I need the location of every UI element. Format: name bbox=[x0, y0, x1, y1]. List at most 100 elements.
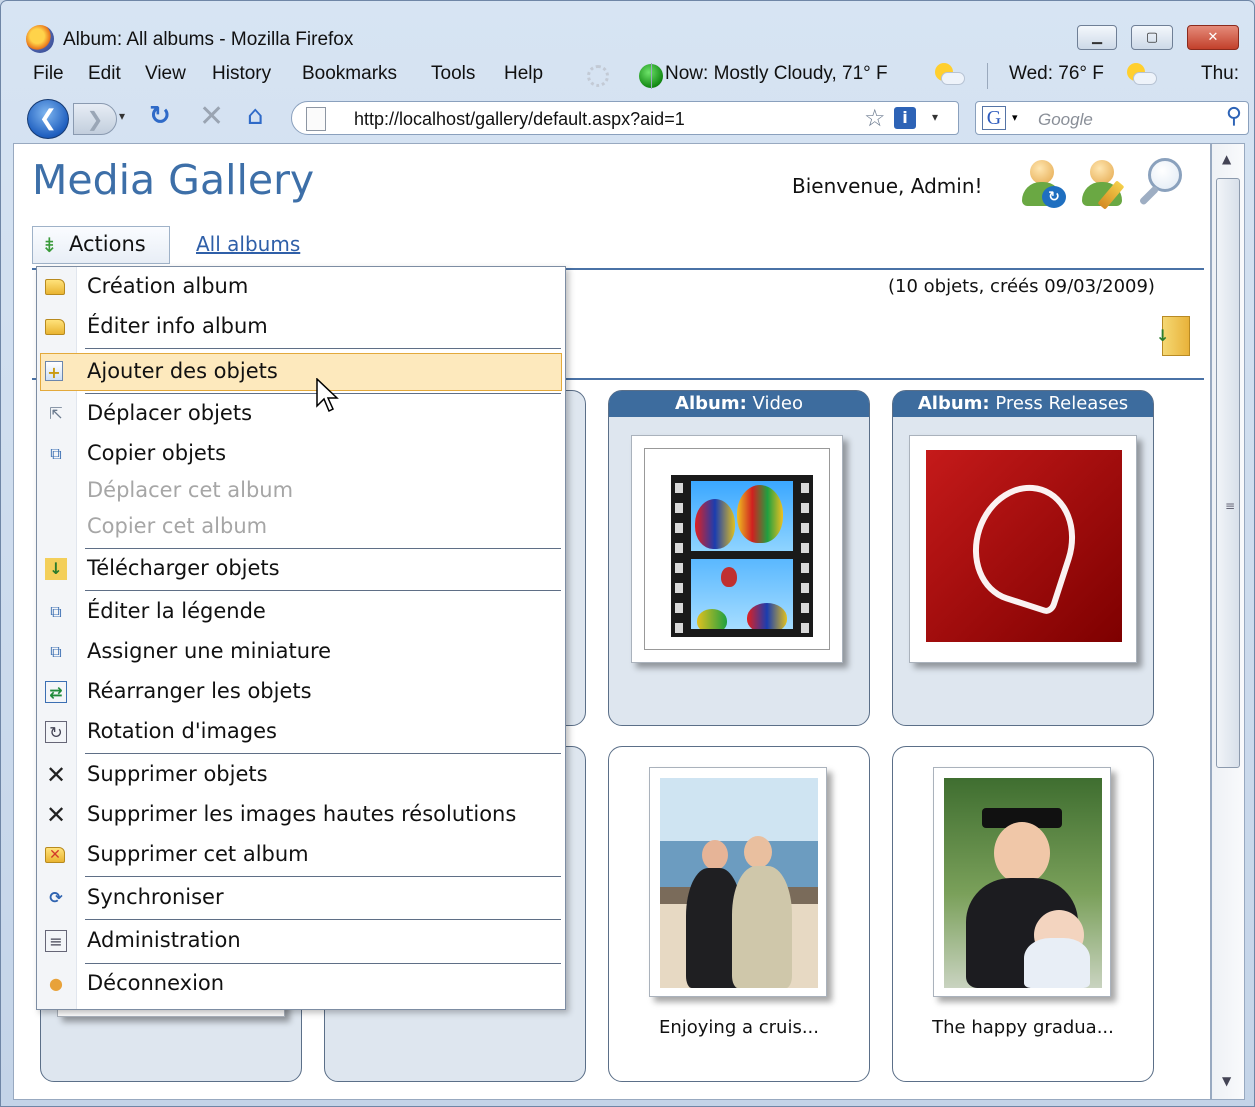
weather-thu[interactable]: Thu: bbox=[1201, 63, 1239, 85]
page-content: Media Gallery Bienvenue, Admin! ↻ ⇟ Acti… bbox=[13, 143, 1211, 1100]
delete-album-icon: ✕ bbox=[45, 847, 65, 863]
photo-caption[interactable]: The happy gradua... bbox=[893, 1017, 1153, 1038]
menu-item-create-album[interactable]: Création album bbox=[37, 269, 565, 305]
weather-wed[interactable]: Wed: 76° F bbox=[1009, 63, 1104, 85]
edit-profile-icon[interactable] bbox=[1078, 158, 1126, 210]
download-icon: ↓ bbox=[45, 558, 67, 580]
menu-item-move-objects[interactable]: ⇱ Déplacer objets bbox=[37, 396, 565, 432]
mouse-cursor-icon bbox=[316, 378, 339, 413]
photo-card-cruise[interactable]: Enjoying a cruis... bbox=[608, 746, 870, 1082]
folder-open-icon bbox=[45, 279, 65, 295]
title-bar: Album: All albums - Mozilla Firefox ▁ ▢ … bbox=[1, 1, 1254, 57]
menu-item-synchronize[interactable]: ⟳ Synchroniser bbox=[37, 880, 565, 916]
engine-dropdown-icon[interactable]: ▾ bbox=[1012, 111, 1018, 124]
edit-caption-icon: ⧉ bbox=[50, 602, 62, 621]
card-header: Album: Video bbox=[609, 391, 869, 417]
partly-cloudy-icon bbox=[1125, 61, 1157, 89]
breadcrumb-all-albums[interactable]: All albums bbox=[196, 232, 300, 256]
menu-item-delete-objects[interactable]: ✕ Supprimer objets bbox=[37, 757, 565, 793]
menu-separator bbox=[85, 876, 561, 877]
delete-hires-icon: ✕ bbox=[45, 801, 67, 829]
menu-help[interactable]: Help bbox=[504, 63, 543, 85]
menu-bookmarks[interactable]: Bookmarks bbox=[302, 63, 397, 85]
vertical-scrollbar[interactable]: ▲ ≡ ▼ bbox=[1211, 143, 1245, 1100]
pdf-thumbnail[interactable] bbox=[909, 435, 1137, 663]
video-thumbnail[interactable] bbox=[631, 435, 843, 663]
menu-view[interactable]: View bbox=[145, 63, 186, 85]
home-button[interactable]: ⌂ bbox=[247, 101, 264, 131]
partly-cloudy-icon bbox=[933, 61, 965, 89]
menu-item-administration[interactable]: ≡ Administration bbox=[37, 923, 565, 959]
url-bar[interactable]: http://localhost/gallery/default.aspx?ai… bbox=[291, 101, 959, 135]
graduation-thumbnail[interactable] bbox=[933, 767, 1111, 997]
logout-user-icon[interactable]: ↻ bbox=[1018, 158, 1066, 210]
close-button[interactable]: ✕ bbox=[1187, 25, 1239, 50]
page-icon bbox=[306, 107, 326, 131]
actions-arrow-icon: ⇟ bbox=[41, 233, 58, 257]
search-box[interactable]: G ▾ Google ⚲ bbox=[975, 101, 1249, 135]
scrollbar-thumb[interactable]: ≡ bbox=[1216, 178, 1240, 768]
add-objects-icon: + bbox=[45, 361, 63, 382]
menu-item-add-objects[interactable]: + Ajouter des objets bbox=[40, 353, 562, 391]
photo-card-graduation[interactable]: The happy gradua... bbox=[892, 746, 1154, 1082]
search-icon[interactable]: ⚲ bbox=[1226, 104, 1242, 129]
menu-item-logout[interactable]: ● Déconnexion bbox=[37, 966, 565, 1002]
url-text[interactable]: http://localhost/gallery/default.aspx?ai… bbox=[354, 109, 685, 130]
window-title: Album: All albums - Mozilla Firefox bbox=[63, 29, 354, 50]
menu-item-download-objects[interactable]: ↓ Télécharger objets bbox=[37, 551, 565, 587]
rearrange-icon: ⇄ bbox=[45, 681, 67, 703]
menu-separator bbox=[85, 963, 561, 964]
menu-separator bbox=[85, 348, 561, 349]
url-dropdown-icon[interactable]: ▾ bbox=[932, 110, 938, 124]
menu-item-assign-thumbnail[interactable]: ⧉ Assigner une miniature bbox=[37, 634, 565, 670]
rotate-icon: ↻ bbox=[45, 721, 67, 743]
menu-item-copy-objects[interactable]: ⧉ Copier objets bbox=[37, 436, 565, 472]
album-card-video[interactable]: Album: Video bbox=[608, 390, 870, 726]
scroll-down-arrow[interactable]: ▼ bbox=[1222, 1074, 1231, 1088]
download-zip-icon[interactable]: ↓ bbox=[1156, 312, 1192, 360]
welcome-text: Bienvenue, Admin! bbox=[792, 174, 983, 198]
menu-item-edit-caption[interactable]: ⧉ Éditer la légende bbox=[37, 594, 565, 630]
reload-button[interactable]: ↻ bbox=[149, 101, 171, 131]
thumbnail-icon: ⧉ bbox=[50, 642, 62, 661]
menu-separator bbox=[85, 548, 561, 549]
minimize-button[interactable]: ▁ bbox=[1077, 25, 1117, 50]
scroll-up-arrow[interactable]: ▲ bbox=[1222, 152, 1231, 166]
menu-separator bbox=[85, 919, 561, 920]
search-gallery-icon[interactable] bbox=[1138, 158, 1186, 210]
menu-item-delete-hires[interactable]: ✕ Supprimer les images hautes résolution… bbox=[37, 797, 565, 833]
toolbar-separator bbox=[651, 63, 652, 89]
toolbar-separator bbox=[987, 63, 988, 89]
menu-tools[interactable]: Tools bbox=[431, 63, 475, 85]
actions-dropdown-menu: Création album Éditer info album + Ajout… bbox=[36, 266, 566, 1010]
menu-item-delete-album[interactable]: ✕ Supprimer cet album bbox=[37, 837, 565, 873]
photo-caption[interactable]: Enjoying a cruis... bbox=[609, 1017, 869, 1038]
browser-window: Album: All albums - Mozilla Firefox ▁ ▢ … bbox=[0, 0, 1255, 1107]
google-engine-icon[interactable]: G bbox=[982, 106, 1006, 130]
site-info-icon[interactable]: i bbox=[894, 107, 916, 129]
menu-separator bbox=[85, 753, 561, 754]
film-strip-image bbox=[671, 475, 813, 637]
menu-item-rotate-images[interactable]: ↻ Rotation d'images bbox=[37, 714, 565, 750]
cruise-thumbnail[interactable] bbox=[649, 767, 827, 997]
menu-edit[interactable]: Edit bbox=[88, 63, 121, 85]
forward-button[interactable]: ❯ bbox=[73, 103, 117, 135]
back-button[interactable]: ❮ bbox=[27, 99, 69, 139]
search-input[interactable]: Google bbox=[1038, 110, 1093, 130]
page-title[interactable]: Media Gallery bbox=[32, 156, 314, 204]
delete-icon: ✕ bbox=[45, 761, 67, 789]
stop-button[interactable]: ✕ bbox=[199, 99, 224, 134]
menu-file[interactable]: File bbox=[33, 63, 64, 85]
bookmark-star-icon[interactable]: ☆ bbox=[864, 104, 886, 132]
history-dropdown-icon[interactable]: ▾ bbox=[119, 109, 125, 123]
menu-separator bbox=[85, 590, 561, 591]
menu-item-edit-album-info[interactable]: Éditer info album bbox=[37, 309, 565, 345]
album-card-press-releases[interactable]: Album: Press Releases bbox=[892, 390, 1154, 726]
weather-now[interactable]: Now: Mostly Cloudy, 71° F bbox=[665, 63, 888, 85]
actions-menu-button[interactable]: ⇟ Actions bbox=[32, 226, 170, 264]
throbber-icon bbox=[587, 65, 609, 87]
maximize-button[interactable]: ▢ bbox=[1131, 25, 1173, 50]
graduation-photo bbox=[944, 778, 1102, 988]
menu-history[interactable]: History bbox=[212, 63, 271, 85]
menu-item-rearrange-objects[interactable]: ⇄ Réarranger les objets bbox=[37, 674, 565, 710]
